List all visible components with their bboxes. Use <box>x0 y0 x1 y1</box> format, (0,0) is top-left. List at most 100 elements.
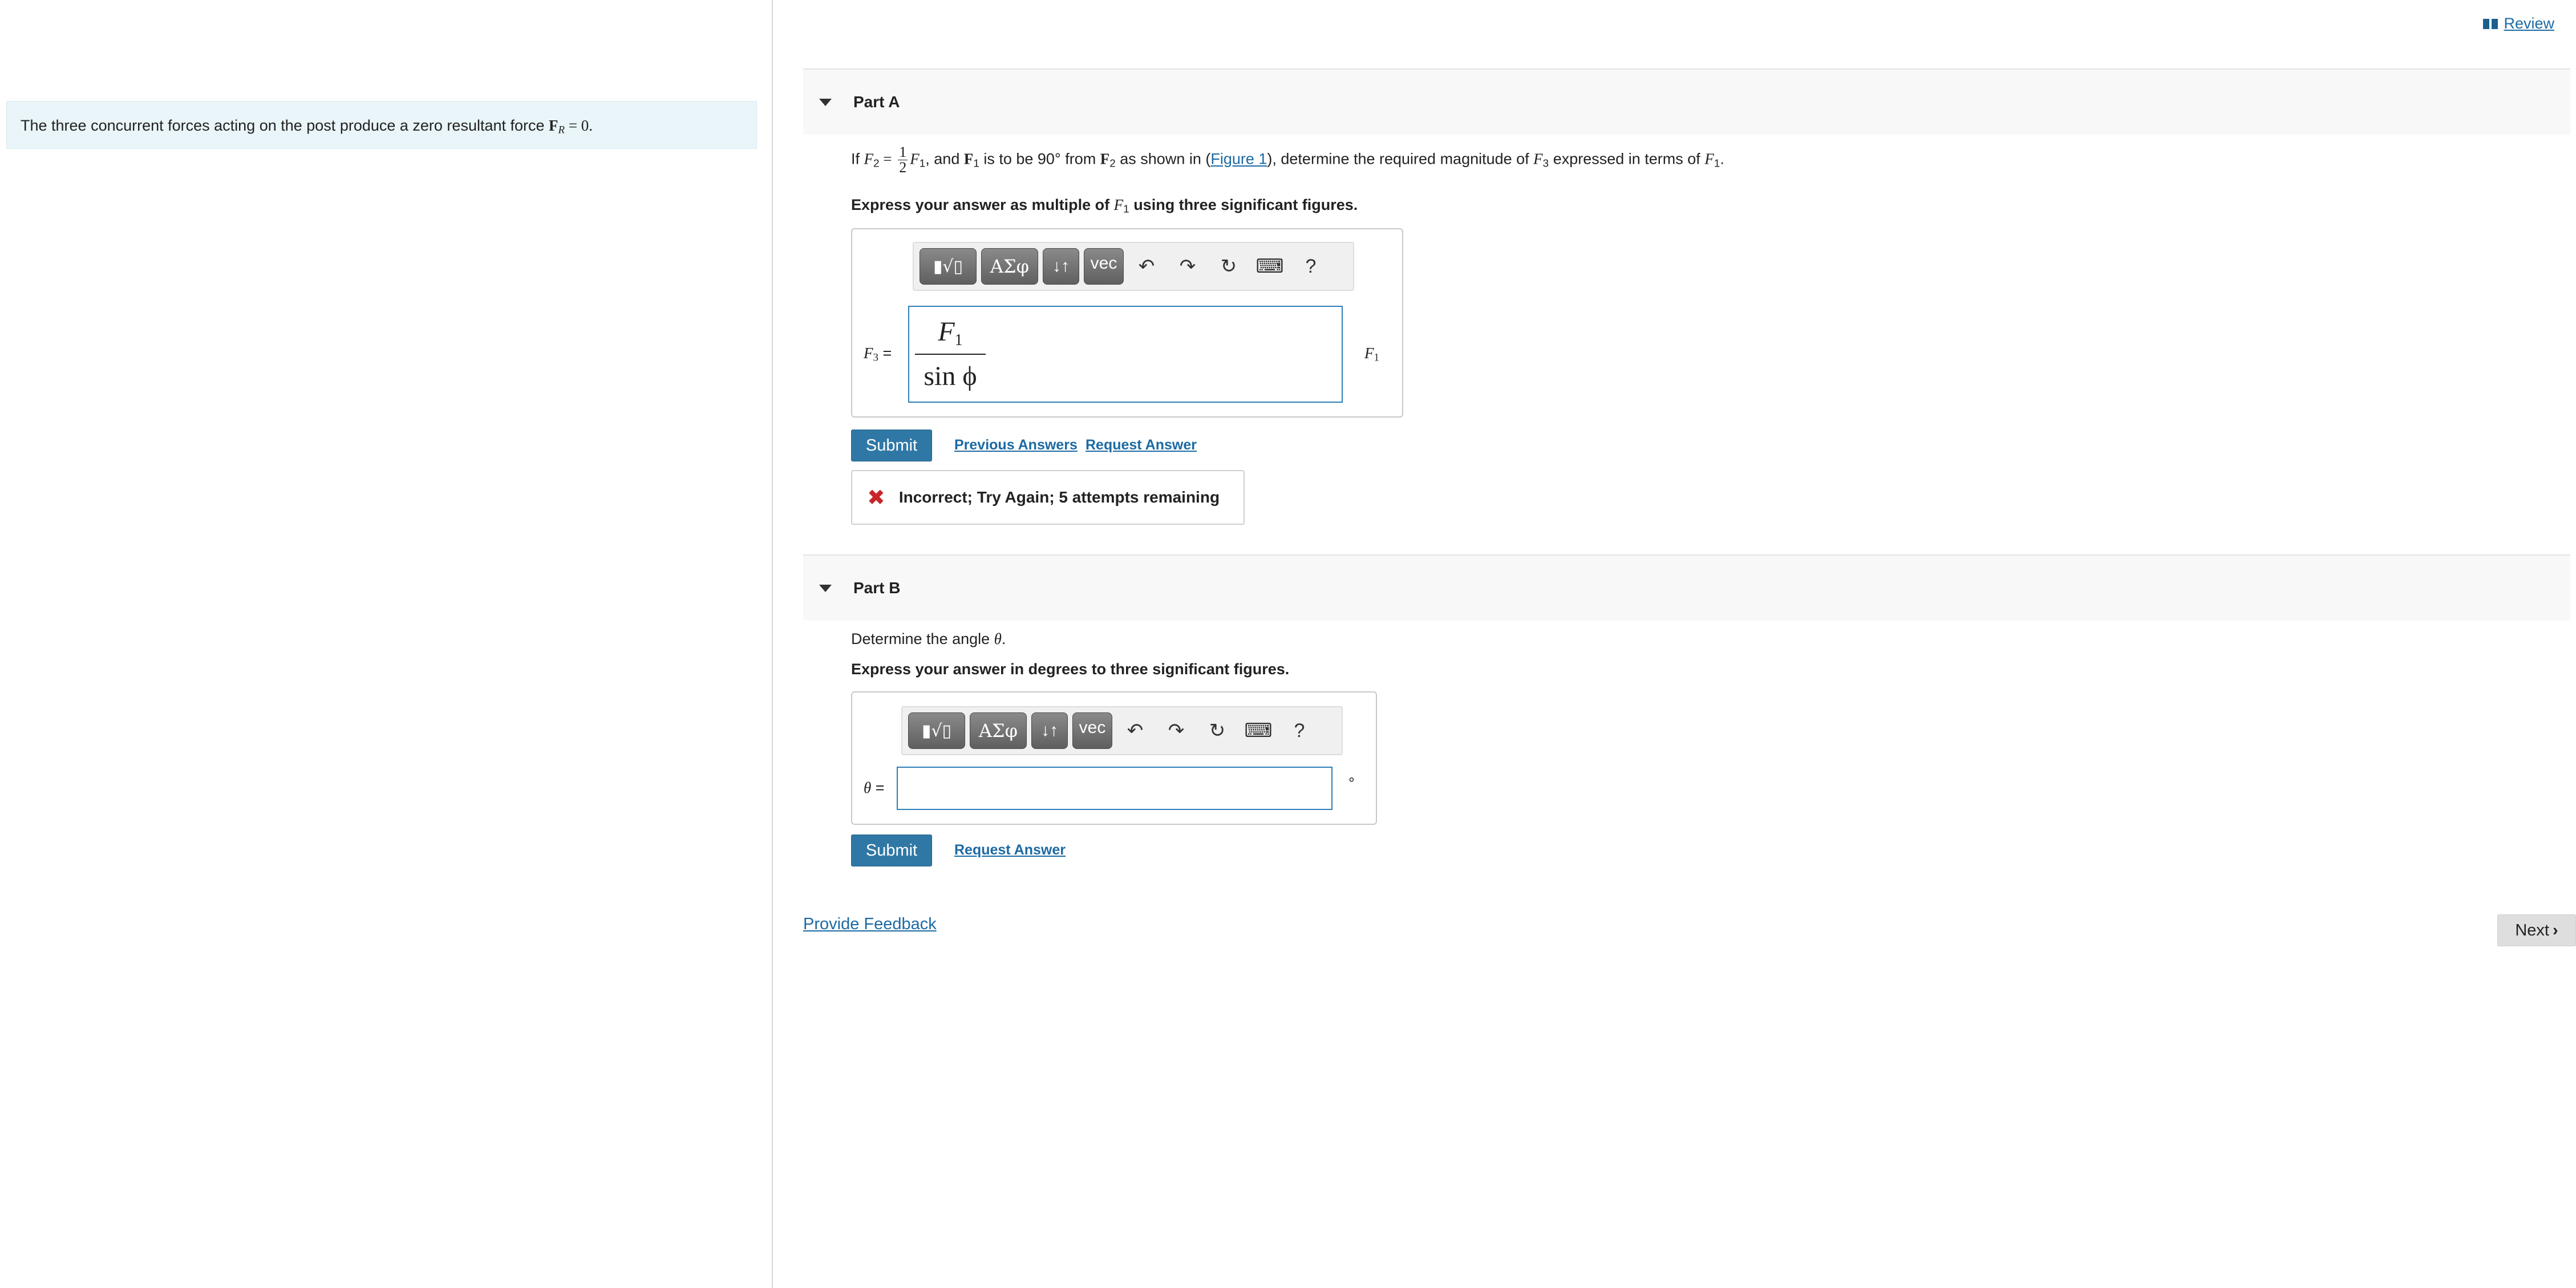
q-frac-num: 1 <box>898 144 908 160</box>
q-f1b-sub: 1 <box>1714 157 1720 170</box>
templates-button[interactable]: ▮√▯ <box>920 248 977 285</box>
var-a-eq: = <box>878 345 892 362</box>
instr-a-text-b: using three significant figures. <box>1129 196 1358 213</box>
part-b-request-answer-link[interactable]: Request Answer <box>954 842 1066 858</box>
q-f2: F <box>864 150 874 168</box>
q-b-text: Determine the angle <box>851 630 994 647</box>
review-label: Review <box>2504 15 2554 32</box>
part-a-math-toolbar: ▮√▯ ΑΣφ ↓↑ vec ↶ ↷ ↻ ⌨ ? <box>913 242 1354 291</box>
unit-a-sub: 1 <box>1374 351 1379 364</box>
q-f1b: F <box>1704 150 1714 168</box>
caret-down-icon <box>819 584 832 592</box>
reset-icon[interactable]: ↻ <box>1199 712 1236 749</box>
intro-force-symbol: F <box>549 117 558 134</box>
chevron-right-icon: › <box>2552 921 2558 939</box>
left-pane: The three concurrent forces acting on th… <box>0 0 773 1288</box>
intro-box: The three concurrent forces acting on th… <box>6 101 757 149</box>
q-text-after: ), determine the required magnitude of <box>1267 150 1534 168</box>
intro-force-tail: = 0. <box>565 117 593 134</box>
redo-icon[interactable]: ↷ <box>1169 248 1206 285</box>
part-a-title: Part A <box>853 93 900 111</box>
part-b-variable-label: θ = <box>864 779 885 797</box>
part-a-header[interactable]: Part A <box>803 68 2570 135</box>
figure-1-link[interactable]: Figure 1 <box>1210 151 1267 168</box>
var-a-sub: 3 <box>873 351 878 364</box>
incorrect-x-icon: ✖ <box>867 485 885 510</box>
part-a-answer-input[interactable]: F1 sin ϕ <box>908 306 1343 403</box>
q-fraction: 12 <box>898 145 908 175</box>
answer-num-sub: 1 <box>954 331 963 349</box>
templates-button[interactable]: ▮√▯ <box>908 712 965 749</box>
vector-button[interactable]: vec <box>1084 248 1124 285</box>
q-bold-f1: F <box>963 150 974 168</box>
part-a-submit-button[interactable]: Submit <box>851 430 932 461</box>
answer-numerator: F1 <box>915 309 986 355</box>
reset-icon[interactable]: ↻ <box>1210 248 1247 285</box>
part-a-instruction: Express your answer as multiple of F1 us… <box>851 196 1358 216</box>
next-button[interactable]: Next › <box>2497 914 2576 946</box>
q-frac-den: 2 <box>899 159 907 176</box>
subscript-superscript-button[interactable]: ↓↑ <box>1031 712 1068 749</box>
part-a-question: If F2 = 1 2 F1, and F1 is to be 90° from F… <box>851 145 1724 175</box>
var-b-theta: θ <box>864 779 872 796</box>
previous-answers-link[interactable]: Previous Answers <box>954 437 1078 453</box>
q-text-end: . <box>1720 150 1724 168</box>
part-b-question: Determine the angle θ. <box>851 629 1006 649</box>
q-text-mid: is to be 90° from <box>979 150 1100 168</box>
keyboard-icon[interactable]: ⌨ <box>1240 712 1277 749</box>
q-bold-f1-sub: 1 <box>973 157 979 170</box>
unit-a-f: F <box>1364 345 1374 362</box>
subscript-superscript-button[interactable]: ↓↑ <box>1043 248 1079 285</box>
q-f1-sub: 1 <box>919 157 926 170</box>
var-a-f: F <box>864 345 873 362</box>
q-b-end: . <box>1001 630 1006 647</box>
q-f1: F <box>910 150 920 168</box>
q-text-if: If <box>851 150 864 168</box>
q-text-terms: expressed in terms of <box>1549 150 1705 168</box>
q-bold-f2-sub: 2 <box>1109 157 1116 170</box>
feedback-text: Incorrect; Try Again; 5 attempts remaini… <box>898 488 1220 506</box>
instr-a-text: Express your answer as multiple of <box>851 196 1114 213</box>
part-b-unit: ° <box>1348 775 1355 792</box>
provide-feedback-link[interactable]: Provide Feedback <box>803 915 937 934</box>
review-link[interactable]: Review <box>2483 15 2554 33</box>
greek-symbols-button[interactable]: ΑΣφ <box>970 712 1027 749</box>
q-text-shown: as shown in ( <box>1115 150 1211 168</box>
q-eq: = <box>879 150 896 168</box>
help-icon[interactable]: ? <box>1281 712 1318 749</box>
caret-down-icon <box>819 98 832 106</box>
answer-fraction: F1 sin ϕ <box>915 309 986 398</box>
q-text-and: , and <box>925 150 964 168</box>
part-b-math-toolbar: ▮√▯ ΑΣφ ↓↑ vec ↶ ↷ ↻ ⌨ ? <box>901 706 1343 755</box>
part-b-title: Part B <box>853 579 901 597</box>
intro-text: The three concurrent forces acting on th… <box>21 117 549 134</box>
book-icon <box>2483 18 2498 29</box>
part-a-variable-label: F3 = <box>864 345 892 364</box>
greek-symbols-button[interactable]: ΑΣφ <box>981 248 1038 285</box>
part-a-unit: F1 <box>1364 345 1379 364</box>
part-b-submit-button[interactable]: Submit <box>851 835 932 866</box>
instr-a-f: F <box>1113 196 1124 213</box>
part-b-answer-input[interactable] <box>897 767 1332 810</box>
instr-a-f-sub: 1 <box>1123 203 1129 216</box>
next-label: Next <box>2515 921 2549 939</box>
part-b-header[interactable]: Part B <box>803 554 2570 621</box>
answer-num-f: F <box>938 316 955 347</box>
q-f3: F <box>1533 150 1543 168</box>
redo-icon[interactable]: ↷ <box>1158 712 1194 749</box>
undo-icon[interactable]: ↶ <box>1117 712 1153 749</box>
q-bold-f2: F <box>1100 150 1110 168</box>
help-icon[interactable]: ? <box>1293 248 1329 285</box>
q-b-theta: θ <box>994 630 1002 647</box>
q-f3-sub: 3 <box>1542 157 1549 170</box>
part-b-instruction: Express your answer in degrees to three … <box>851 661 1290 678</box>
undo-icon[interactable]: ↶ <box>1128 248 1165 285</box>
vector-button[interactable]: vec <box>1072 712 1112 749</box>
part-a-request-answer-link[interactable]: Request Answer <box>1086 437 1197 453</box>
intro-force-sub: R <box>558 124 565 136</box>
feedback-box: ✖ Incorrect; Try Again; 5 attempts remai… <box>851 470 1245 525</box>
answer-denominator: sin ϕ <box>924 361 977 391</box>
var-b-eq: = <box>871 779 885 796</box>
keyboard-icon[interactable]: ⌨ <box>1251 248 1288 285</box>
q-f2-sub: 2 <box>873 157 880 170</box>
